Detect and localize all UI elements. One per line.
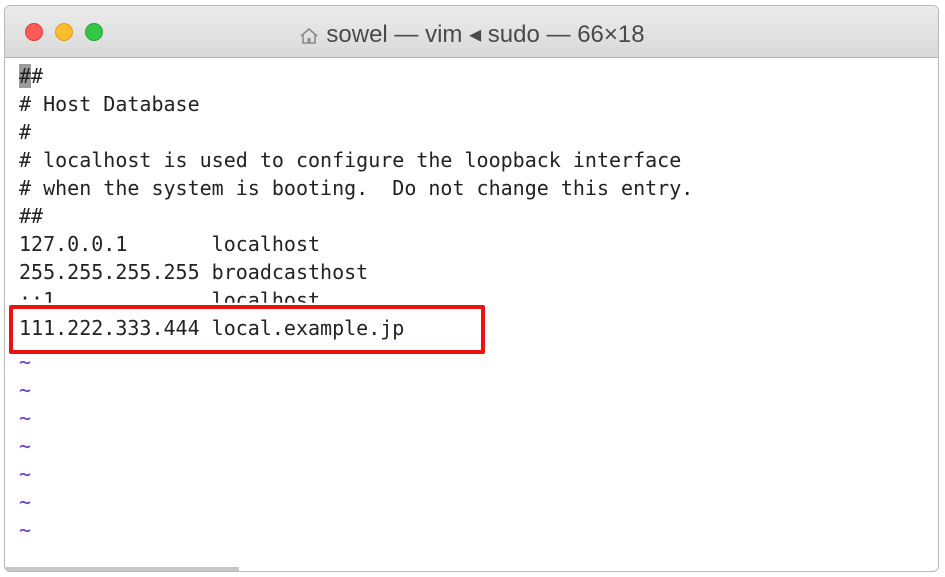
- title-bar[interactable]: sowel — vim ◂ sudo — 66×18: [5, 6, 938, 58]
- buffer-line: # localhost is used to configure the loo…: [19, 148, 682, 172]
- empty-line-tilde: ~: [19, 462, 32, 486]
- buffer-line: ##: [19, 204, 44, 228]
- buffer-line: ##: [19, 64, 44, 88]
- text-cursor: #: [19, 64, 32, 88]
- highlighted-hosts-entry: 111.222.333.444 local.example.jp: [19, 316, 405, 340]
- buffer-line: 255.255.255.255 broadcasthost: [19, 260, 369, 284]
- empty-line-tilde: ~: [19, 406, 32, 430]
- window-title: sowel — vim ◂ sudo — 66×18: [5, 20, 938, 49]
- buffer-line: 127.0.0.1 localhost: [19, 232, 321, 256]
- buffer-line: # Host Database: [19, 92, 200, 116]
- home-folder-icon: [298, 26, 320, 46]
- buffer-line: # when the system is booting. Do not cha…: [19, 176, 694, 200]
- buffer-line: ::1 localhost: [19, 288, 321, 312]
- buffer-line: #: [19, 120, 32, 144]
- empty-line-tilde: ~: [19, 490, 32, 514]
- terminal-window: sowel — vim ◂ sudo — 66×18 ## # Host Dat…: [4, 5, 939, 572]
- vim-buffer[interactable]: ## # Host Database # # localhost is used…: [5, 58, 938, 571]
- empty-line-tilde: ~: [19, 350, 32, 374]
- empty-line-tilde: ~: [19, 378, 32, 402]
- window-title-text: sowel — vim ◂ sudo — 66×18: [326, 21, 645, 48]
- window-bottom-edge: [5, 567, 239, 571]
- empty-line-tilde: ~: [19, 434, 32, 458]
- empty-line-tilde: ~: [19, 518, 32, 542]
